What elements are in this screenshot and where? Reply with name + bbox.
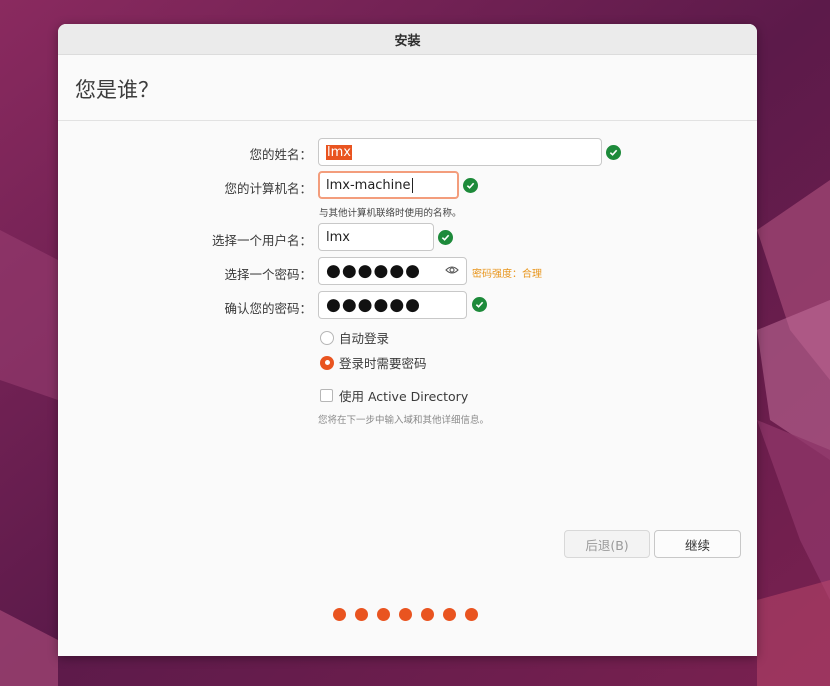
page-title: 您是谁？: [75, 78, 159, 102]
password-strength: 密码强度：合理: [472, 269, 542, 280]
progress-dot: [333, 608, 346, 621]
password-label: 选择一个密码：: [224, 267, 312, 282]
active-directory-checkbox[interactable]: [320, 389, 333, 402]
window-title: 安装: [58, 24, 757, 55]
installer-window: 安装 您是谁？ 您的姓名： lmx 您的计算机名： lmx-machine 与其…: [58, 24, 757, 656]
username-input[interactable]: lmx: [318, 223, 434, 251]
require-password-label: 登录时需要密码: [339, 356, 427, 371]
computer-name-hint: 与其他计算机联络时使用的名称。: [319, 208, 462, 219]
header-divider: [58, 120, 757, 121]
name-value: lmx: [326, 144, 352, 160]
check-circle-icon: [463, 178, 478, 193]
name-label: 您的姓名：: [249, 147, 312, 162]
text-caret: [411, 177, 413, 193]
check-circle-icon: [472, 297, 487, 312]
progress-dot: [443, 608, 456, 621]
eye-icon[interactable]: [445, 265, 459, 275]
confirm-password-label: 确认您的密码：: [224, 301, 312, 316]
name-input[interactable]: lmx: [318, 138, 602, 166]
progress-dot: [465, 608, 478, 621]
password-input[interactable]: ●●●●●●: [318, 257, 467, 285]
progress-dot: [377, 608, 390, 621]
progress-dot: [399, 608, 412, 621]
active-directory-option[interactable]: 使用 Active Directory: [320, 386, 468, 405]
username-value: lmx: [326, 229, 350, 245]
confirm-password-input[interactable]: ●●●●●●: [318, 291, 467, 319]
computer-name-value: lmx-machine: [326, 177, 411, 193]
continue-button[interactable]: 继续: [654, 530, 741, 558]
require-password-option[interactable]: 登录时需要密码: [320, 353, 427, 372]
auto-login-label: 自动登录: [339, 331, 390, 346]
confirm-password-masked: ●●●●●●: [326, 295, 422, 315]
computer-name-label: 您的计算机名：: [224, 181, 312, 196]
install-progress: [333, 608, 478, 621]
progress-dot: [421, 608, 434, 621]
progress-dot: [355, 608, 368, 621]
active-directory-label: 使用 Active Directory: [339, 389, 469, 404]
auto-login-option[interactable]: 自动登录: [320, 328, 389, 347]
require-password-radio[interactable]: [320, 355, 334, 370]
username-label: 选择一个用户名：: [211, 233, 312, 248]
active-directory-hint: 您将在下一步中输入域和其他详细信息。: [318, 415, 490, 426]
computer-name-input[interactable]: lmx-machine: [318, 171, 459, 199]
password-masked: ●●●●●●: [326, 261, 422, 281]
check-circle-icon: [606, 145, 621, 160]
back-button[interactable]: 后退(B): [564, 530, 650, 558]
check-circle-icon: [438, 230, 453, 245]
auto-login-radio[interactable]: [320, 330, 334, 345]
